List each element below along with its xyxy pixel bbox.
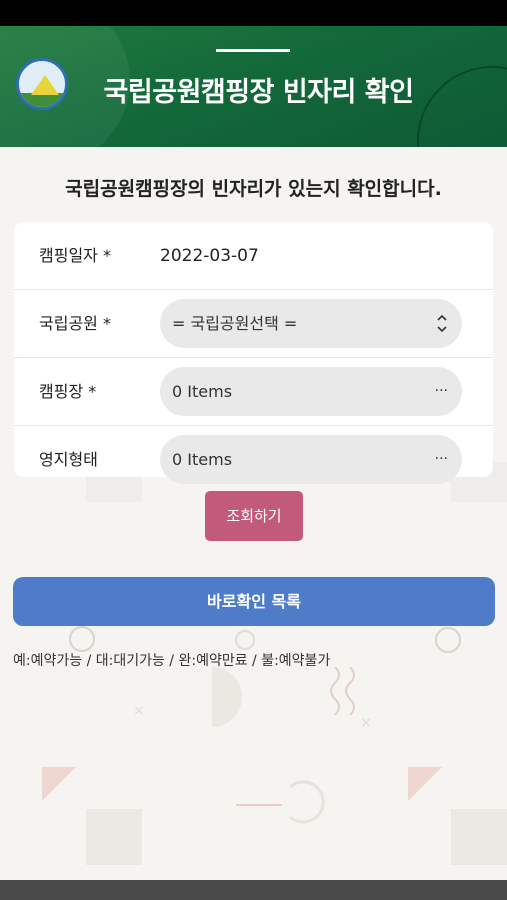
site-type-select-value: 0 Items <box>172 450 233 469</box>
site-type-label: 영지형태 <box>39 450 98 469</box>
status-legend: 예:예약가능 / 대:대기가능 / 완:예약만료 / 불:예약불가 <box>13 653 331 669</box>
page-title: 국립공원캠핑장 빈자리 확인 <box>103 77 414 108</box>
campsite-label: 캠핑장 * <box>39 382 97 401</box>
park-select[interactable]: = 국립공원선택 = <box>160 299 462 348</box>
date-row: 캠핑일자 * 2022-03-07 <box>14 222 493 290</box>
site-type-multiselect[interactable]: 0 Items ··· <box>160 435 462 484</box>
svg-text:×: × <box>133 703 145 719</box>
site-type-row: 영지형태 0 Items ··· <box>14 426 493 494</box>
page-subtitle: 국립공원캠핑장의 빈자리가 있는지 확인합니다. <box>65 178 442 200</box>
header-accent-line <box>216 49 290 52</box>
campsite-multiselect[interactable]: 0 Items ··· <box>160 367 462 416</box>
ellipsis-icon: ··· <box>434 451 448 467</box>
query-button[interactable]: 조회하기 <box>205 491 303 541</box>
park-select-value: = 국립공원선택 = <box>172 314 298 333</box>
park-label: 국립공원 * <box>39 314 111 333</box>
svg-text:×: × <box>360 715 372 731</box>
search-form: 캠핑일자 * 2022-03-07 국립공원 * = 국립공원선택 = 캠핑장 … <box>14 222 493 484</box>
date-label: 캠핑일자 * <box>39 246 111 265</box>
quick-check-list-button[interactable]: 바로확인 목록 <box>13 577 495 626</box>
campsite-row: 캠핑장 * 0 Items ··· <box>14 358 493 426</box>
status-bar <box>0 0 507 26</box>
park-row: 국립공원 * = 국립공원선택 = <box>14 290 493 358</box>
date-value[interactable]: 2022-03-07 <box>160 222 259 290</box>
bottom-navigation-bar <box>0 880 507 900</box>
campsite-select-value: 0 Items <box>172 382 233 401</box>
ellipsis-icon: ··· <box>434 383 448 399</box>
app-header: 국립공원캠핑장 빈자리 확인 <box>0 26 507 147</box>
page-body: × × 국립공원캠핑장의 빈자리가 있는지 확인합니다. 캠핑일자 * 2022… <box>0 147 507 900</box>
